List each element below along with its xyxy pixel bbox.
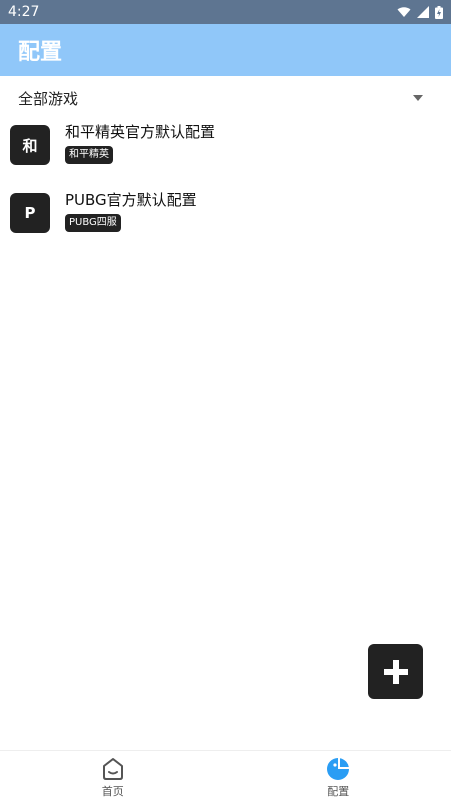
wifi-icon	[397, 6, 411, 18]
nav-item-home[interactable]: 首页	[0, 751, 226, 803]
app-bar: 配置	[0, 24, 451, 76]
nav-label-home: 首页	[102, 783, 124, 799]
config-title: PUBG官方默认配置	[65, 190, 197, 210]
config-avatar: 和	[10, 125, 50, 165]
nav-label-config: 配置	[327, 783, 349, 799]
page-title: 配置	[18, 34, 62, 66]
config-text: 和平精英官方默认配置 和平精英	[65, 122, 215, 164]
add-config-button[interactable]	[368, 644, 423, 699]
plus-icon	[383, 659, 409, 685]
battery-icon	[435, 6, 443, 19]
dropdown-arrow-icon	[413, 95, 423, 101]
status-time: 4:27	[8, 4, 39, 20]
config-tag: 和平精英	[65, 146, 113, 164]
config-text: PUBG官方默认配置 PUBG四服	[65, 190, 197, 232]
config-avatar: P	[10, 193, 50, 233]
status-icons	[397, 6, 443, 19]
config-item[interactable]: P PUBG官方默认配置 PUBG四服	[0, 184, 451, 252]
status-bar: 4:27	[0, 0, 451, 24]
nav-item-config[interactable]: 配置	[226, 751, 451, 803]
game-filter-dropdown[interactable]: 全部游戏	[0, 84, 451, 112]
config-title: 和平精英官方默认配置	[65, 122, 215, 142]
config-icon	[326, 757, 350, 781]
config-item[interactable]: 和 和平精英官方默认配置 和平精英	[0, 116, 451, 184]
config-tag: PUBG四服	[65, 214, 121, 232]
signal-icon	[417, 6, 429, 18]
config-list: 和 和平精英官方默认配置 和平精英 P PUBG官方默认配置 PUBG四服	[0, 116, 451, 252]
bottom-nav: 首页 配置	[0, 750, 451, 803]
game-filter-value: 全部游戏	[18, 88, 78, 109]
home-icon	[101, 757, 125, 781]
